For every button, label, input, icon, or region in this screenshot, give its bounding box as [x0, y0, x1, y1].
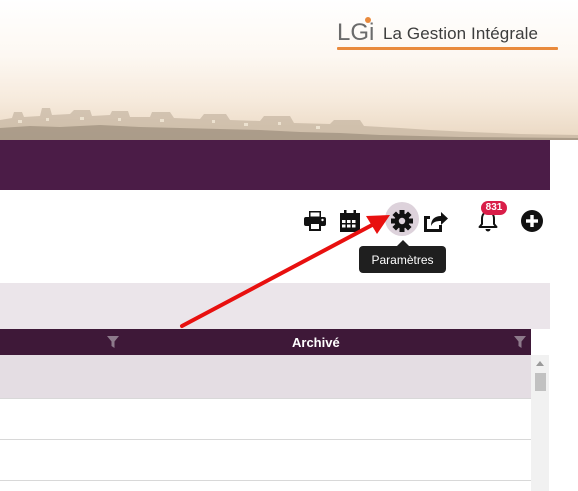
cityscape-image [0, 108, 578, 140]
settings-tooltip: Paramètres [359, 240, 446, 273]
share-icon [424, 212, 448, 232]
logo-mark-icon: LGi [337, 17, 374, 44]
logo-underline [337, 47, 558, 50]
vertical-scrollbar[interactable] [531, 355, 549, 491]
scroll-thumb[interactable] [535, 373, 546, 391]
print-button[interactable] [301, 207, 329, 235]
print-icon [304, 211, 326, 231]
scroll-up-arrow-icon[interactable] [536, 361, 544, 366]
notification-count-badge: 831 [481, 201, 507, 215]
table-row[interactable] [0, 440, 531, 481]
add-button[interactable] [518, 207, 546, 235]
logo-text: La Gestion Intégrale [383, 24, 539, 43]
share-button[interactable] [421, 207, 449, 235]
settings-button[interactable] [388, 207, 416, 235]
navigation-bar [0, 140, 550, 190]
archive-filter-icon[interactable] [514, 336, 526, 348]
header-banner: LGi La Gestion Intégrale [0, 0, 578, 140]
table-filter-row[interactable] [0, 355, 531, 399]
data-table: Archivé [0, 329, 531, 491]
column-header-archive[interactable]: Archivé [292, 335, 340, 350]
brand-logo: LGi La Gestion Intégrale [337, 14, 558, 50]
calendar-icon [340, 210, 360, 232]
tooltip-label: Paramètres [371, 252, 434, 267]
column-filter-icon[interactable] [107, 336, 119, 348]
add-icon [521, 210, 543, 232]
table-row[interactable] [0, 399, 531, 440]
calendar-button[interactable] [336, 207, 364, 235]
filter-area [0, 283, 550, 329]
table-row[interactable] [0, 481, 531, 491]
gear-icon [391, 210, 413, 232]
table-header: Archivé [0, 329, 531, 355]
